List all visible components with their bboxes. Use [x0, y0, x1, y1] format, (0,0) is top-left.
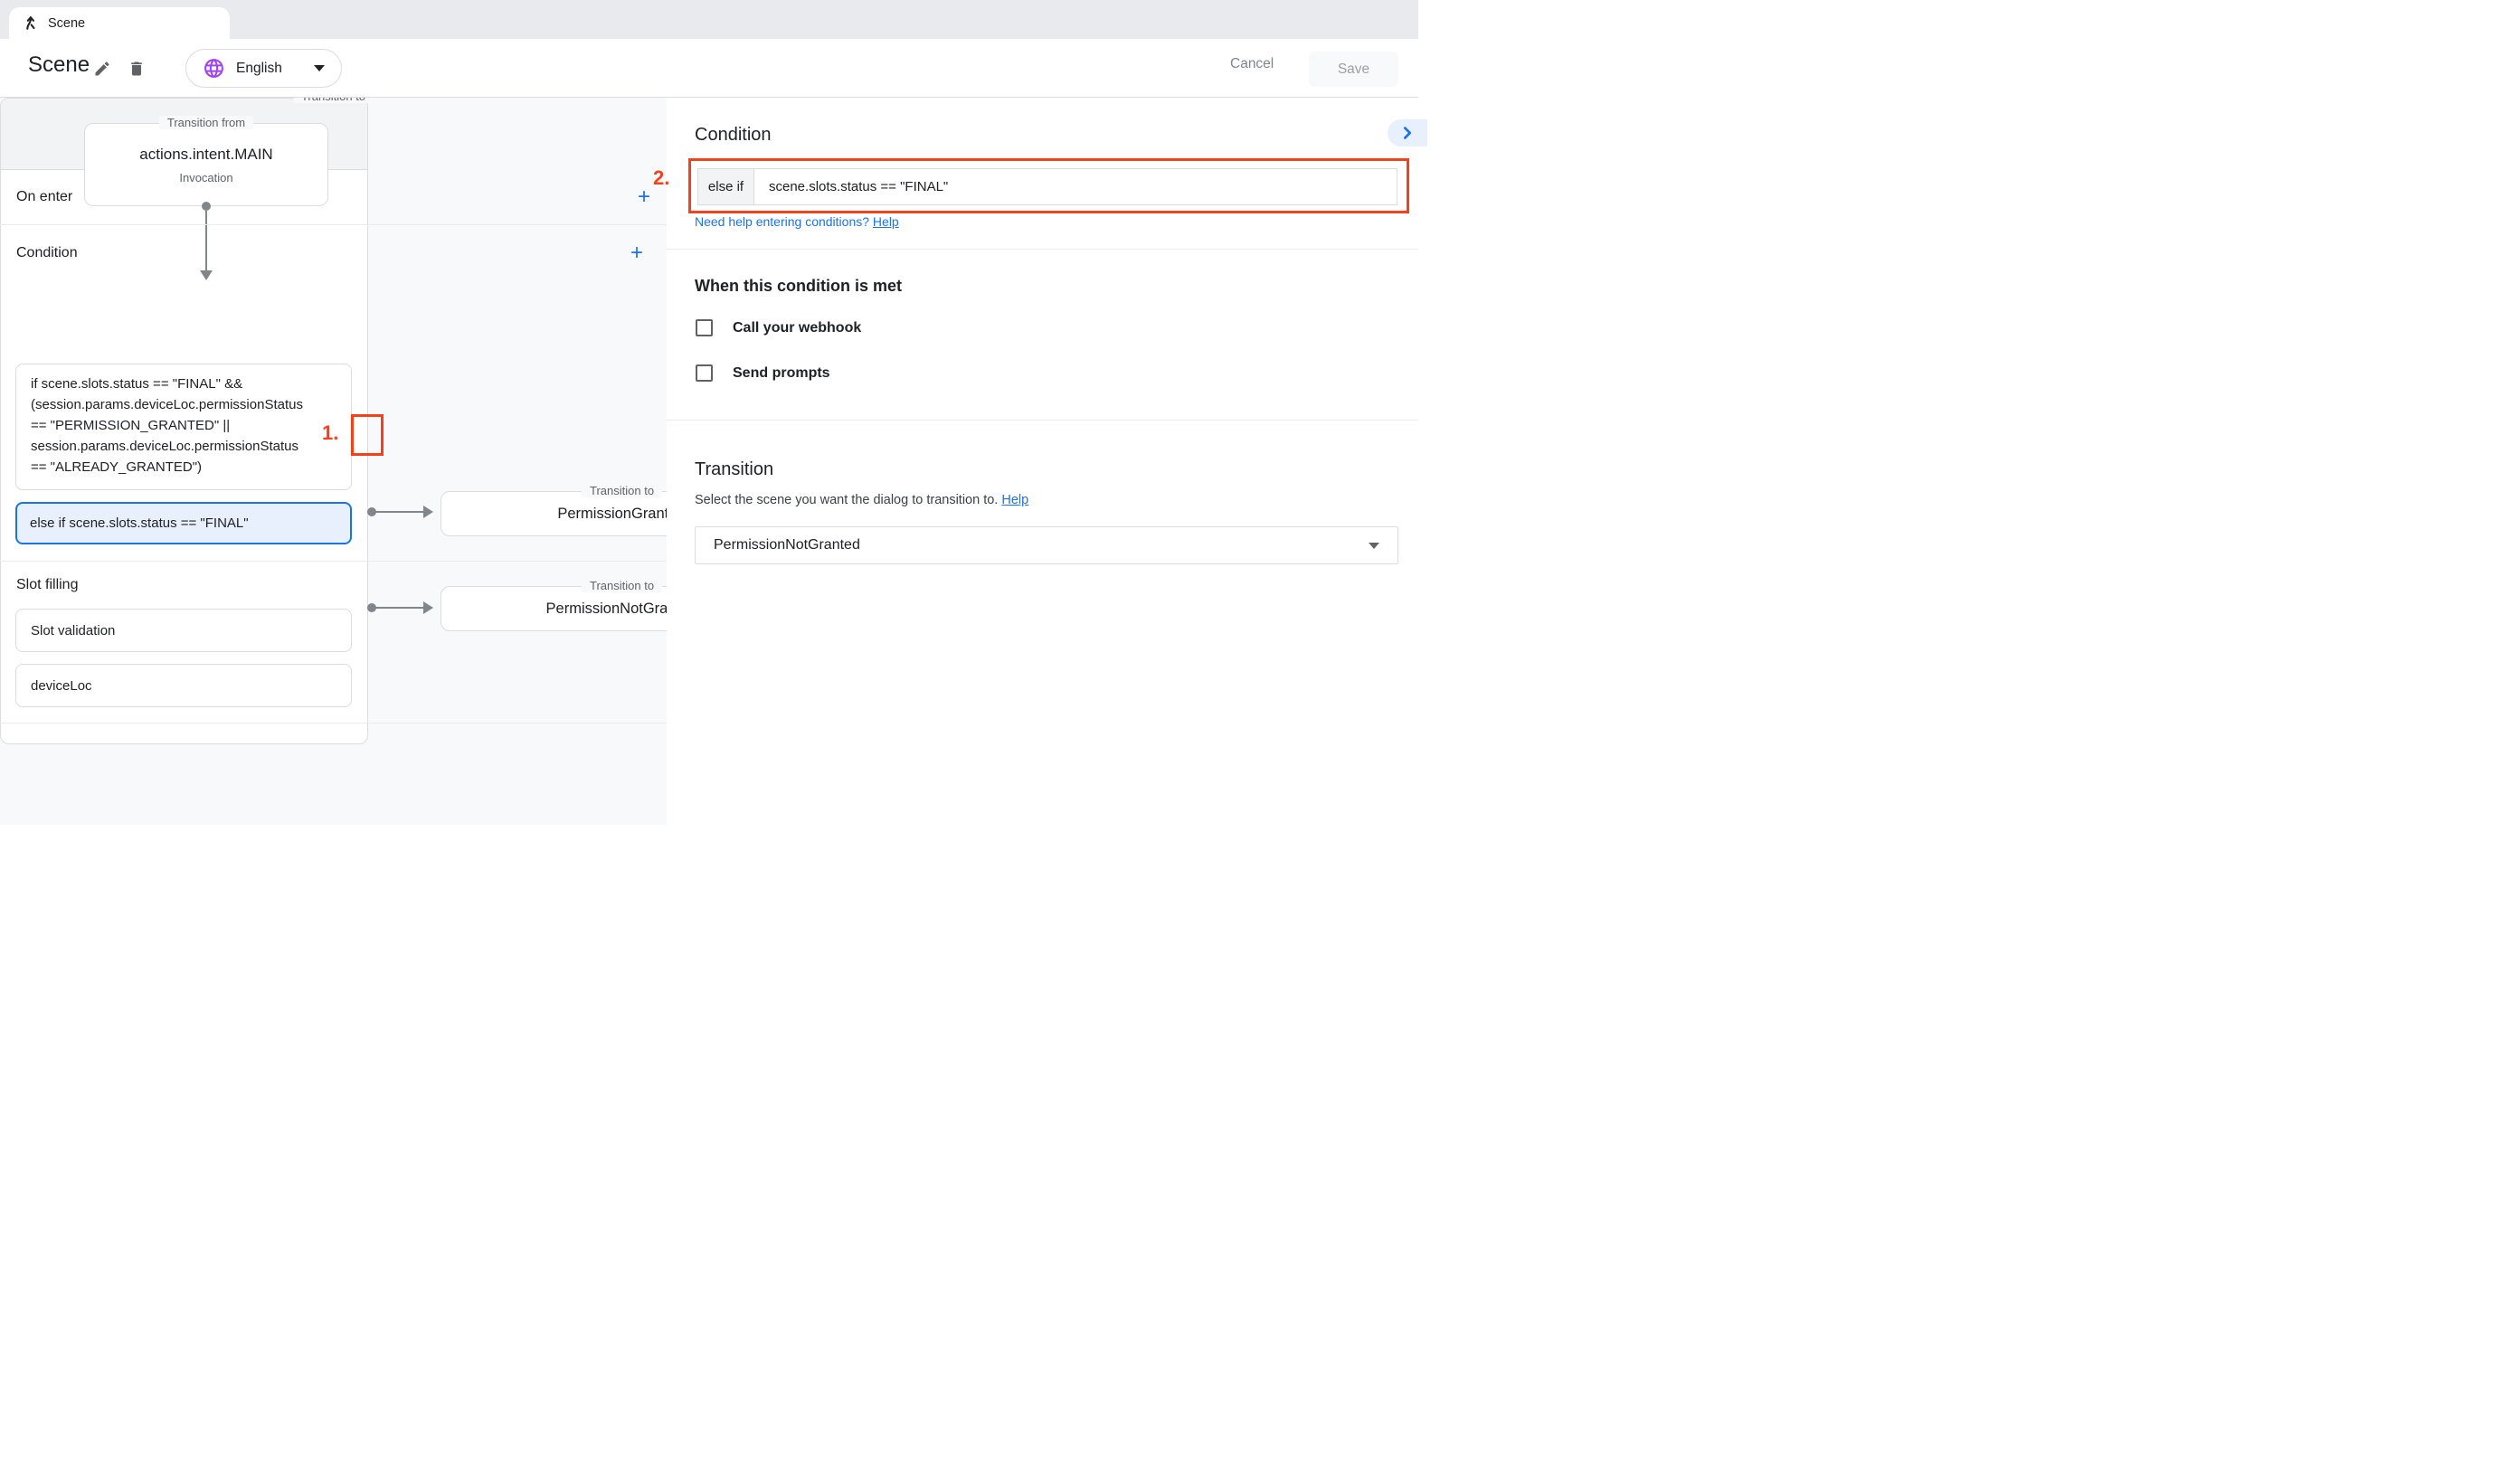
- connector-line: [374, 607, 425, 609]
- collapse-panel-button[interactable]: [1388, 119, 1427, 147]
- panel-divider: [667, 420, 1418, 421]
- permission-not-granted-node[interactable]: Transition to PermissionNotGranted: [441, 586, 667, 631]
- chevron-down-icon: [314, 65, 325, 71]
- trash-icon: [128, 60, 146, 78]
- annotation-step-2: 2.: [653, 166, 669, 190]
- scene-graph-canvas: Transition from actions.intent.MAIN Invo…: [0, 98, 667, 825]
- help-text: Need help entering conditions?: [695, 214, 873, 229]
- cancel-button[interactable]: Cancel: [1230, 56, 1274, 72]
- transition-from-legend: Transition from: [159, 116, 253, 129]
- on-enter-section: On enter +: [0, 169, 667, 224]
- language-label: English: [236, 61, 303, 77]
- transition-help-link[interactable]: Help: [1001, 493, 1028, 507]
- save-button[interactable]: Save: [1309, 52, 1398, 87]
- arrow-right-icon: [423, 601, 433, 614]
- annotation-box-1: [351, 414, 384, 456]
- target-scene-name: PermissionNotGranted: [546, 601, 667, 618]
- deviceloc-slot-card[interactable]: deviceLoc: [15, 664, 352, 707]
- slot-validation-card[interactable]: Slot validation: [15, 609, 352, 652]
- webhook-option-row: Call your webhook: [696, 319, 861, 336]
- intent-name: actions.intent.MAIN: [139, 146, 272, 164]
- scene-tab[interactable]: Scene: [9, 7, 230, 39]
- edit-scene-button[interactable]: [90, 57, 114, 80]
- transition-description: Select the scene you want the dialog to …: [695, 493, 1028, 507]
- connector-line: [374, 511, 425, 513]
- tab-label: Scene: [48, 16, 85, 31]
- chevron-right-icon: [1399, 125, 1416, 141]
- arrow-right-icon: [423, 506, 433, 518]
- condition-card-1[interactable]: if scene.slots.status == "FINAL" && (ses…: [15, 364, 352, 490]
- transition-to-legend: Transition to: [293, 98, 374, 103]
- annotation-box-2: [688, 158, 1409, 213]
- annotation-step-1: 1.: [322, 421, 338, 445]
- pencil-icon: [93, 60, 111, 78]
- slot-filling-label: Slot filling: [16, 577, 78, 593]
- transition-to-legend: Transition to: [582, 484, 662, 497]
- help-link[interactable]: Help: [873, 214, 899, 229]
- on-enter-label: On enter: [16, 189, 72, 205]
- send-prompts-label: Send prompts: [733, 365, 830, 382]
- target-scene-name: PermissionGranted: [557, 506, 667, 523]
- when-met-heading: When this condition is met: [695, 277, 902, 296]
- page-title: Scene: [28, 52, 90, 78]
- transition-heading: Transition: [695, 459, 773, 480]
- condition-section-header: Condition +: [0, 224, 667, 281]
- transition-scene-dropdown[interactable]: PermissionNotGranted: [695, 526, 1398, 564]
- condition-label: Condition: [16, 245, 78, 261]
- add-on-enter-button[interactable]: +: [638, 186, 650, 208]
- condition-detail-panel: Condition else if Need help entering con…: [667, 98, 1418, 825]
- condition-help-text: Need help entering conditions? Help: [695, 214, 899, 229]
- transition-to-legend: Transition to: [582, 579, 662, 592]
- prompts-option-row: Send prompts: [696, 364, 830, 382]
- scene-node-card: Transition to Scene Scene On enter + Con…: [0, 98, 368, 744]
- scene-icon: [22, 14, 39, 32]
- panel-divider: [667, 249, 1418, 250]
- section-divider: [0, 723, 667, 724]
- dropdown-value: PermissionNotGranted: [714, 537, 1369, 553]
- globe-icon: [203, 57, 225, 80]
- transition-description-text: Select the scene you want the dialog to …: [695, 493, 1001, 507]
- delete-scene-button[interactable]: [125, 57, 148, 80]
- permission-granted-node[interactable]: Transition to PermissionGranted: [441, 491, 667, 536]
- tab-strip: Scene: [0, 0, 1418, 39]
- call-webhook-checkbox[interactable]: [696, 319, 713, 336]
- add-condition-button[interactable]: +: [630, 242, 643, 264]
- call-webhook-label: Call your webhook: [733, 320, 861, 336]
- condition-heading: Condition: [695, 125, 772, 146]
- condition-card-2-selected[interactable]: else if scene.slots.status == "FINAL": [15, 502, 352, 544]
- dropdown-caret-icon: [1369, 543, 1379, 549]
- send-prompts-checkbox[interactable]: [696, 364, 713, 382]
- language-selector[interactable]: English: [185, 49, 342, 88]
